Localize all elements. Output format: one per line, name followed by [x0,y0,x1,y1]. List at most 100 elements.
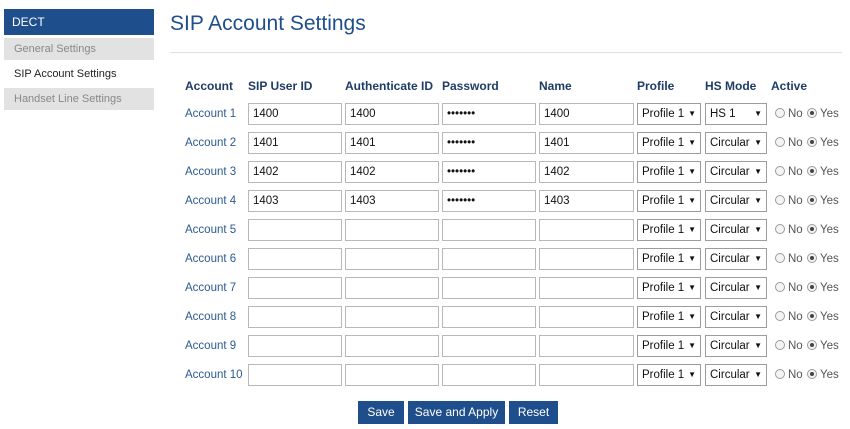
sidebar-header-dect[interactable]: DECT [4,9,154,35]
active-yes-label: Yes [820,195,839,207]
sidebar-item-general-settings[interactable]: General Settings [4,38,154,60]
active-no-radio-icon[interactable] [775,253,785,263]
authenticate-id-input[interactable]: 1401 [345,132,439,154]
active-yes-radio-icon[interactable] [807,137,817,147]
password-input[interactable] [442,248,536,270]
name-input[interactable]: 1401 [539,132,634,154]
hs-mode-select[interactable]: Circular ▼ [705,161,767,183]
profile-select[interactable]: Profile 1 ▼ [637,219,701,241]
authenticate-id-input[interactable]: 1403 [345,190,439,212]
reset-button[interactable]: Reset [509,401,558,424]
sip-user-id-input[interactable]: 1400 [248,103,342,125]
sip-user-id-input[interactable] [248,335,342,357]
hs-mode-select[interactable]: Circular ▼ [705,306,767,328]
hs-mode-select[interactable]: Circular ▼ [705,277,767,299]
authenticate-id-input[interactable] [345,364,439,386]
profile-select[interactable]: Profile 1 ▼ [637,132,701,154]
profile-select[interactable]: Profile 1 ▼ [637,103,701,125]
profile-select-value: Profile 1 [642,340,685,352]
authenticate-id-input[interactable] [345,335,439,357]
profile-select[interactable]: Profile 1 ▼ [637,190,701,212]
name-input[interactable]: 1400 [539,103,634,125]
authenticate-id-input[interactable] [345,219,439,241]
profile-select[interactable]: Profile 1 ▼ [637,277,701,299]
password-input[interactable]: ••••••• [442,190,536,212]
active-no-radio-icon[interactable] [775,224,785,234]
profile-select-value: Profile 1 [642,224,685,236]
authenticate-id-input[interactable]: 1400 [345,103,439,125]
header-sip-user-id: SIP User ID [248,79,313,93]
active-yes-radio-icon[interactable] [807,369,817,379]
profile-select-value: Profile 1 [642,369,685,381]
active-no-radio-icon[interactable] [775,311,785,321]
hs-mode-select[interactable]: Circular ▼ [705,132,767,154]
active-yes-radio-icon[interactable] [807,311,817,321]
active-yes-radio-icon[interactable] [807,108,817,118]
name-input[interactable] [539,277,634,299]
active-yes-radio-icon[interactable] [807,340,817,350]
active-no-radio-icon[interactable] [775,369,785,379]
active-no-label: No [788,137,803,149]
sip-user-id-input[interactable] [248,364,342,386]
active-yes-radio-icon[interactable] [807,166,817,176]
chevron-down-icon: ▼ [754,341,762,350]
name-input[interactable] [539,364,634,386]
active-no-radio-icon[interactable] [775,282,785,292]
hs-mode-select[interactable]: Circular ▼ [705,335,767,357]
profile-select[interactable]: Profile 1 ▼ [637,248,701,270]
profile-select[interactable]: Profile 1 ▼ [637,161,701,183]
header-name: Name [539,79,572,93]
active-no-radio-icon[interactable] [775,340,785,350]
sip-user-id-input[interactable]: 1402 [248,161,342,183]
password-input[interactable] [442,364,536,386]
active-yes-radio-icon[interactable] [807,195,817,205]
sip-user-id-input[interactable] [248,219,342,241]
hs-mode-select[interactable]: Circular ▼ [705,364,767,386]
name-input[interactable] [539,248,634,270]
hs-mode-select[interactable]: Circular ▼ [705,248,767,270]
password-input[interactable] [442,277,536,299]
authenticate-id-input[interactable] [345,277,439,299]
authenticate-id-input[interactable] [345,248,439,270]
profile-select[interactable]: Profile 1 ▼ [637,364,701,386]
authenticate-id-input[interactable]: 1402 [345,161,439,183]
save-button[interactable]: Save [358,401,404,424]
sip-user-id-input[interactable] [248,248,342,270]
sip-user-id-input[interactable] [248,306,342,328]
chevron-down-icon: ▼ [688,312,696,321]
sidebar-item-handset-line-settings[interactable]: Handset Line Settings [4,88,154,110]
sip-user-id-input[interactable] [248,277,342,299]
password-input[interactable] [442,219,536,241]
name-input[interactable] [539,219,634,241]
save-and-apply-button[interactable]: Save and Apply [408,401,505,424]
name-input[interactable]: 1402 [539,161,634,183]
sip-user-id-input[interactable]: 1401 [248,132,342,154]
password-input[interactable]: ••••••• [442,103,536,125]
page-title: SIP Account Settings [170,12,366,35]
name-input[interactable] [539,306,634,328]
password-input[interactable] [442,335,536,357]
hs-mode-select[interactable]: Circular ▼ [705,190,767,212]
name-input[interactable]: 1403 [539,190,634,212]
profile-select[interactable]: Profile 1 ▼ [637,335,701,357]
active-no-label: No [788,340,803,352]
active-no-radio-icon[interactable] [775,166,785,176]
active-no-radio-icon[interactable] [775,137,785,147]
active-no-radio-icon[interactable] [775,108,785,118]
active-no-radio-icon[interactable] [775,195,785,205]
active-yes-radio-icon[interactable] [807,224,817,234]
hs-mode-select[interactable]: Circular ▼ [705,219,767,241]
password-input[interactable]: ••••••• [442,161,536,183]
password-input[interactable] [442,306,536,328]
table-row: Account 7 Profile 1 ▼ Circular ▼ No Yes [185,277,845,301]
authenticate-id-input[interactable] [345,306,439,328]
name-input[interactable] [539,335,634,357]
active-yes-radio-icon[interactable] [807,282,817,292]
active-yes-radio-icon[interactable] [807,253,817,263]
sidebar-item-sip-account-settings[interactable]: SIP Account Settings [4,63,154,85]
hs-mode-select[interactable]: HS 1 ▼ [705,103,767,125]
sip-user-id-input[interactable]: 1403 [248,190,342,212]
active-yes-label: Yes [820,166,839,178]
profile-select[interactable]: Profile 1 ▼ [637,306,701,328]
password-input[interactable]: ••••••• [442,132,536,154]
